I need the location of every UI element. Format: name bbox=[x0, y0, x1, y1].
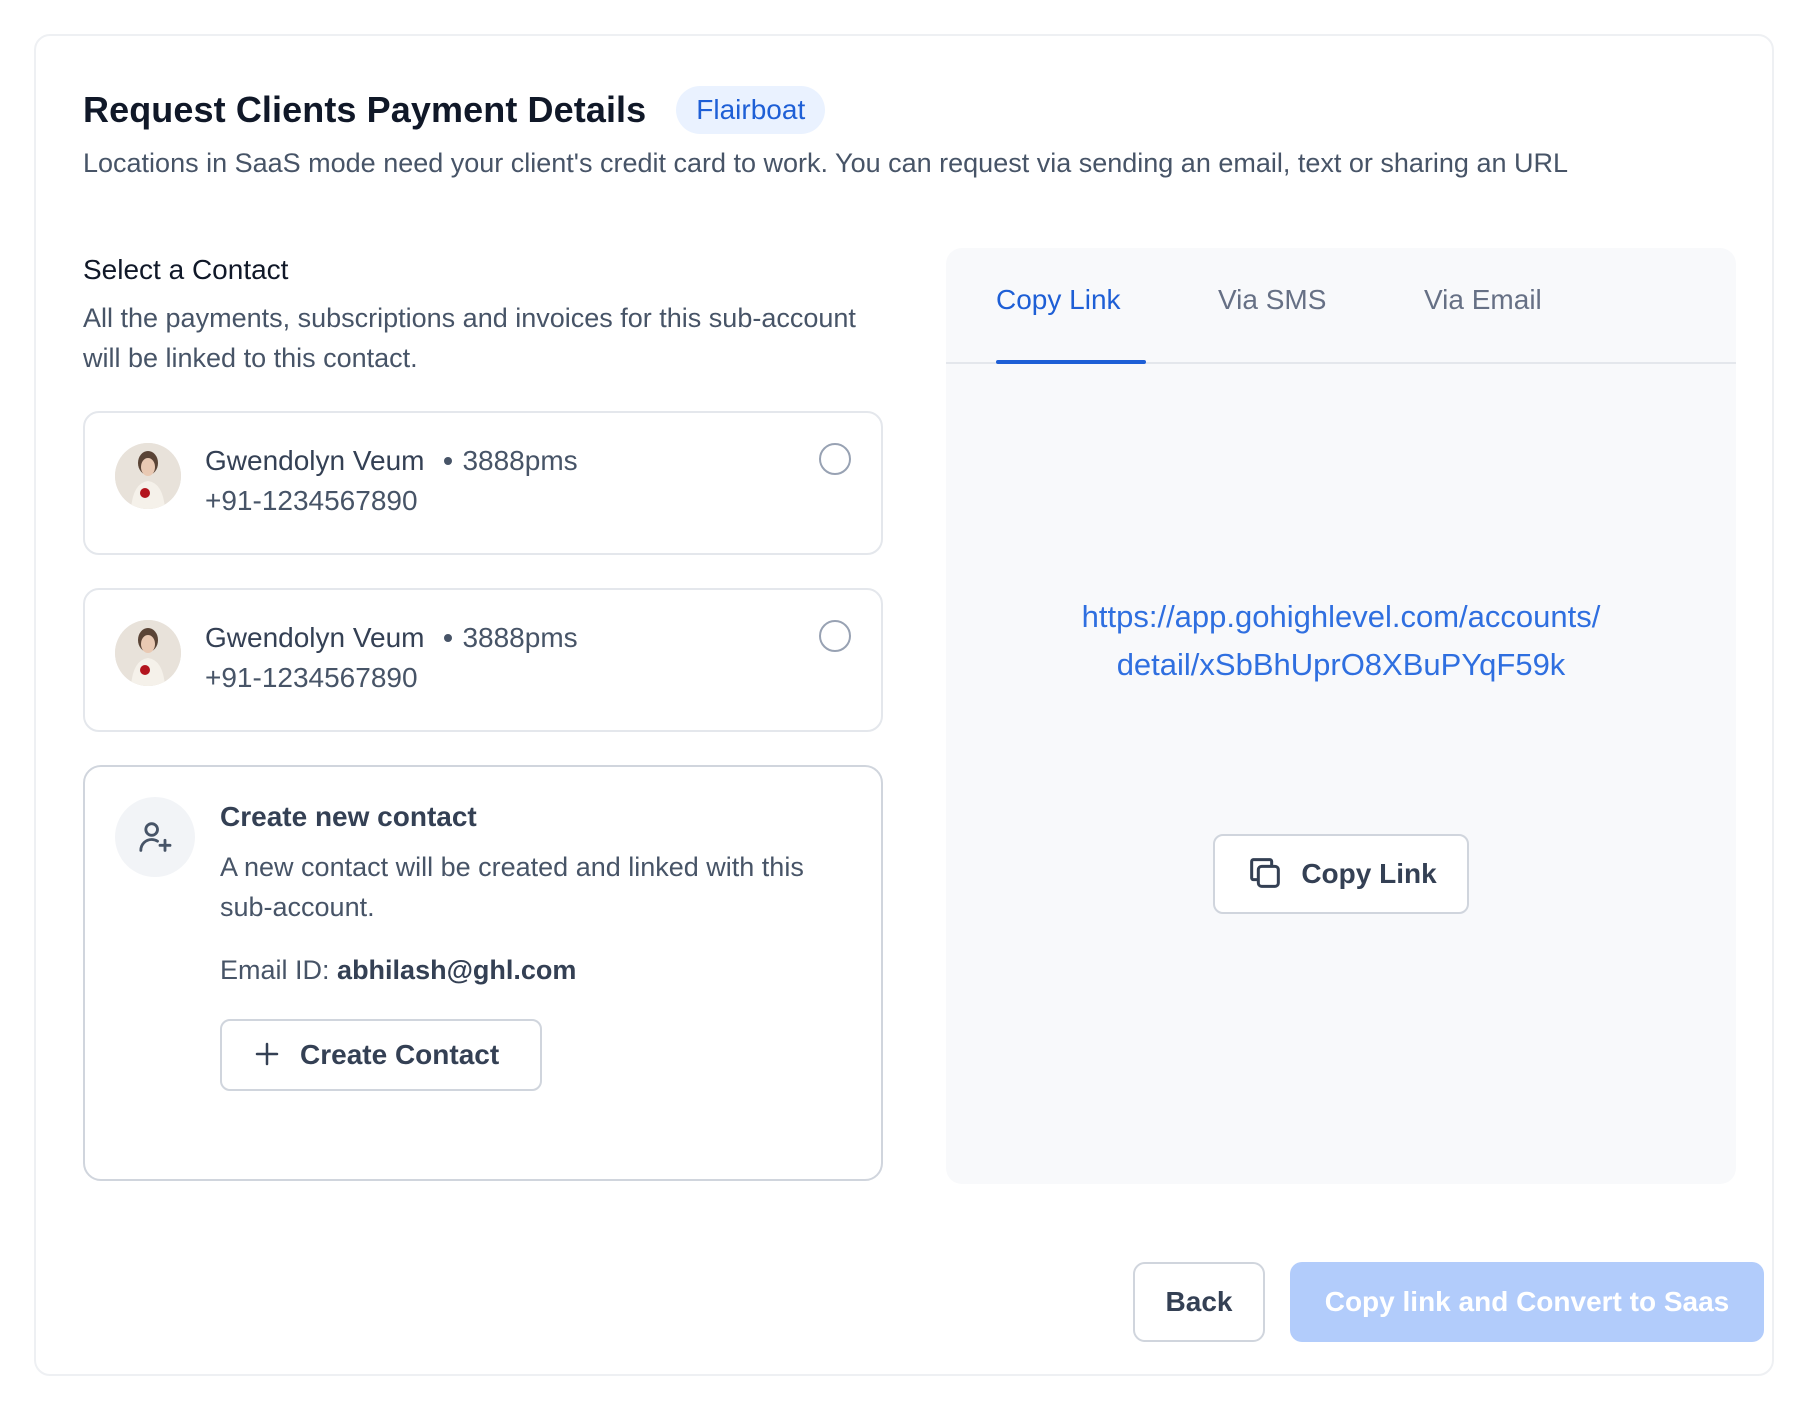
contact-code: 3888pms bbox=[462, 622, 578, 653]
contact-card[interactable]: Gwendolyn Veum 3888pms +91-1234567890 bbox=[83, 411, 883, 555]
contact-name-row: Gwendolyn Veum 3888pms bbox=[205, 622, 578, 654]
tab-copy-link[interactable]: Copy Link bbox=[996, 284, 1121, 316]
contact-phone: +91-1234567890 bbox=[205, 485, 418, 516]
contact-radio[interactable] bbox=[819, 620, 851, 652]
create-contact-button-label: Create Contact bbox=[300, 1039, 500, 1070]
contact-section-title: Select a Contact bbox=[83, 254, 289, 285]
email-value: abhilash@ghl.com bbox=[337, 955, 577, 985]
copy-link-button[interactable]: Copy Link bbox=[1213, 834, 1469, 914]
email-label: Email ID: bbox=[220, 955, 330, 985]
copy-link-button-label: Copy Link bbox=[1301, 858, 1437, 889]
separator-dot bbox=[444, 634, 453, 642]
share-panel: Copy Link Via SMS Via Email https://app.… bbox=[946, 248, 1736, 1184]
title-row: Request Clients Payment Details Flairboa… bbox=[83, 86, 826, 134]
contact-radio[interactable] bbox=[819, 443, 851, 475]
copy-icon bbox=[1245, 853, 1285, 896]
contact-section-header: Select a Contact All the payments, subsc… bbox=[83, 254, 883, 378]
create-contact-title: Create new contact bbox=[220, 801, 477, 832]
contact-card[interactable]: Gwendolyn Veum 3888pms +91-1234567890 bbox=[83, 588, 883, 732]
create-contact-description: A new contact will be created and linked… bbox=[220, 852, 804, 922]
share-tabs: Copy Link Via SMS Via Email bbox=[946, 248, 1736, 364]
avatar bbox=[115, 620, 181, 686]
share-link-line-2: detail/xSbBhUprO8XBuPYqF59k bbox=[1116, 647, 1566, 682]
back-button[interactable]: Back bbox=[1133, 1262, 1265, 1342]
payment-details-card: Request Clients Payment Details Flairboa… bbox=[34, 34, 1774, 1376]
contact-name-row: Gwendolyn Veum 3888pms bbox=[205, 445, 578, 477]
contact-name: Gwendolyn Veum bbox=[205, 445, 425, 476]
user-plus-icon bbox=[115, 797, 195, 877]
avatar bbox=[115, 443, 181, 509]
create-contact-button[interactable]: Create Contact bbox=[220, 1019, 542, 1091]
share-link[interactable]: https://app.gohighlevel.com/accounts/ de… bbox=[1006, 593, 1676, 689]
create-contact-panel: Create new contact A new contact will be… bbox=[83, 765, 883, 1181]
location-badge: Flairboat bbox=[676, 86, 826, 134]
separator-dot bbox=[444, 457, 453, 465]
tab-via-sms[interactable]: Via SMS bbox=[1218, 284, 1326, 316]
page-title: Request Clients Payment Details bbox=[83, 89, 647, 130]
copy-link-convert-button[interactable]: Copy link and Convert to Saas bbox=[1290, 1262, 1764, 1342]
plus-icon bbox=[252, 1039, 282, 1072]
page-subtitle: Locations in SaaS mode need your client'… bbox=[83, 148, 1568, 178]
contact-phone: +91-1234567890 bbox=[205, 662, 418, 693]
tab-via-email[interactable]: Via Email bbox=[1424, 284, 1542, 316]
contact-code: 3888pms bbox=[462, 445, 578, 476]
contact-name: Gwendolyn Veum bbox=[205, 622, 425, 653]
contact-section-description: All the payments, subscriptions and invo… bbox=[83, 303, 856, 373]
email-row: Email ID: abhilash@ghl.com bbox=[220, 955, 576, 986]
active-tab-indicator bbox=[996, 360, 1146, 364]
share-link-line-1: https://app.gohighlevel.com/accounts/ bbox=[1081, 599, 1601, 634]
